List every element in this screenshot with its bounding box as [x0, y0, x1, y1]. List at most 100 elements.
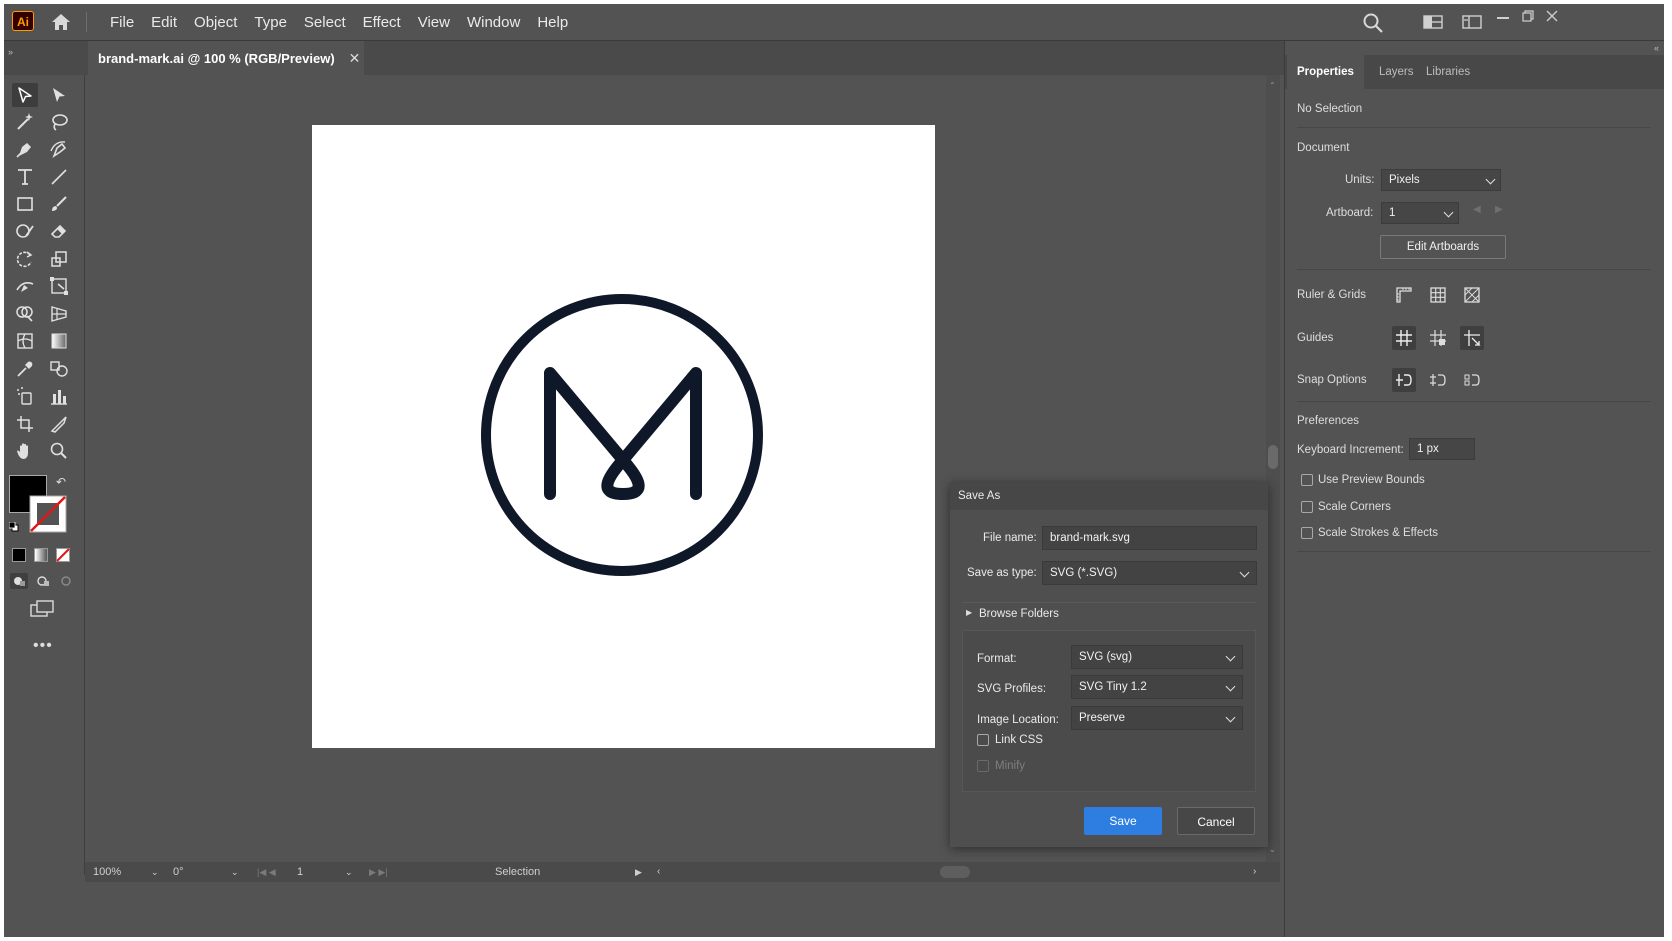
browse-folders-toggle[interactable]: Browse Folders — [979, 608, 1059, 620]
save-button[interactable]: Save — [1084, 807, 1162, 835]
paintbrush-tool-icon[interactable] — [46, 192, 72, 216]
close-tab-icon[interactable]: ✕ — [349, 50, 361, 67]
artboard-dropdown-icon[interactable]: ⌄ — [345, 864, 353, 880]
gradient-tool-icon[interactable] — [46, 329, 72, 353]
menu-file[interactable]: File — [110, 14, 134, 31]
edit-artboards-button[interactable]: Edit Artboards — [1380, 235, 1506, 259]
collapse-panels-icon[interactable]: « — [1654, 43, 1659, 53]
scroll-left-icon[interactable]: ‹ — [657, 864, 660, 880]
rotate-tool-icon[interactable] — [12, 247, 38, 271]
lasso-tool-icon[interactable] — [46, 110, 72, 134]
eraser-tool-icon[interactable] — [46, 219, 72, 243]
format-dropdown[interactable]: SVG (svg) — [1071, 645, 1243, 669]
menu-type[interactable]: Type — [254, 14, 287, 31]
pen-tool-icon[interactable] — [12, 137, 38, 161]
draw-normal-icon[interactable] — [10, 573, 28, 589]
menu-help[interactable]: Help — [537, 14, 568, 31]
svg-profiles-dropdown[interactable]: SVG Tiny 1.2 — [1071, 675, 1243, 699]
workspace-switcher-icon[interactable] — [1462, 14, 1482, 35]
artboard-number-field[interactable]: 1 — [297, 864, 303, 880]
menu-select[interactable]: Select — [304, 14, 346, 31]
scale-strokes-checkbox[interactable] — [1301, 527, 1313, 539]
type-tool-icon[interactable] — [12, 165, 38, 189]
draw-inside-icon[interactable] — [58, 573, 76, 589]
keyboard-increment-input[interactable]: 1 px — [1409, 438, 1475, 460]
file-name-input[interactable]: brand-mark.svg — [1042, 526, 1257, 550]
search-icon[interactable] — [1362, 12, 1384, 39]
restore-icon[interactable] — [1522, 9, 1534, 27]
vertical-scrollbar[interactable]: ⌃ ⌄ — [1266, 75, 1280, 862]
next-artboard-icon[interactable]: ▶ ▶| — [369, 864, 388, 880]
swap-fill-stroke-icon[interactable]: ↶ — [56, 475, 66, 489]
line-segment-tool-icon[interactable] — [46, 165, 72, 189]
smart-guides-icon[interactable] — [1460, 326, 1484, 350]
dialog-title-bar[interactable]: Save As — [950, 482, 1268, 510]
use-preview-bounds-checkbox[interactable] — [1301, 474, 1313, 486]
image-location-dropdown[interactable]: Preserve — [1071, 706, 1243, 730]
mesh-tool-icon[interactable] — [12, 329, 38, 353]
draw-behind-icon[interactable] — [34, 573, 52, 589]
gradient-mode-icon[interactable] — [34, 548, 48, 562]
transparency-grid-icon[interactable] — [1460, 283, 1484, 307]
scale-tool-icon[interactable] — [46, 247, 72, 271]
edit-toolbar-icon[interactable]: ••• — [33, 637, 53, 655]
link-css-checkbox[interactable] — [977, 734, 989, 746]
units-dropdown[interactable]: Pixels — [1381, 169, 1501, 191]
slice-tool-icon[interactable] — [46, 412, 72, 436]
eyedropper-tool-icon[interactable] — [12, 357, 38, 381]
scroll-down-icon[interactable]: ⌄ — [1269, 845, 1276, 854]
ruler-icon[interactable] — [1392, 283, 1416, 307]
perspective-grid-tool-icon[interactable] — [46, 302, 72, 326]
minimize-icon[interactable] — [1497, 17, 1509, 19]
zoom-tool-icon[interactable] — [46, 439, 72, 463]
tab-properties[interactable]: Properties — [1287, 55, 1364, 89]
arrange-documents-icon[interactable] — [1423, 14, 1443, 35]
menu-window[interactable]: Window — [467, 14, 520, 31]
guides-visibility-icon[interactable] — [1392, 326, 1416, 350]
menu-object[interactable]: Object — [194, 14, 237, 31]
brand-mark-logo[interactable] — [312, 125, 935, 748]
vertical-scroll-thumb[interactable] — [1268, 445, 1278, 469]
close-window-icon[interactable] — [1546, 9, 1558, 27]
free-transform-tool-icon[interactable] — [46, 274, 72, 298]
scroll-up-icon[interactable]: ⌃ — [1269, 81, 1276, 90]
zoom-dropdown-icon[interactable]: ⌄ — [151, 864, 159, 880]
scale-corners-checkbox[interactable] — [1301, 501, 1313, 513]
zoom-level-field[interactable]: 100% — [93, 864, 121, 880]
tab-libraries[interactable]: Libraries — [1426, 55, 1470, 89]
next-artboard-panel-icon[interactable]: ▶ — [1495, 204, 1503, 215]
horizontal-scroll-thumb[interactable] — [940, 866, 970, 878]
blend-tool-icon[interactable] — [46, 357, 72, 381]
expand-triangle-icon[interactable]: ▶ — [966, 608, 972, 617]
first-artboard-icon[interactable]: |◀ ◀ — [257, 864, 276, 880]
tab-layers[interactable]: Layers — [1379, 55, 1414, 89]
artboard-dropdown[interactable]: 1 — [1381, 202, 1459, 224]
shape-builder-tool-icon[interactable] — [12, 302, 38, 326]
previous-artboard-icon[interactable]: ◀ — [1473, 204, 1481, 215]
change-screen-mode-icon[interactable] — [29, 599, 55, 624]
lock-guides-icon[interactable] — [1426, 326, 1450, 350]
curvature-tool-icon[interactable] — [46, 137, 72, 161]
shaper-tool-icon[interactable] — [12, 219, 38, 243]
menu-effect[interactable]: Effect — [363, 14, 401, 31]
symbol-sprayer-tool-icon[interactable] — [12, 384, 38, 408]
color-mode-icon[interactable] — [12, 548, 26, 562]
width-tool-icon[interactable] — [12, 274, 38, 298]
rotation-field[interactable]: 0° — [173, 864, 184, 880]
snap-to-pixel-icon[interactable] — [1460, 368, 1484, 392]
save-type-dropdown[interactable]: SVG (*.SVG) — [1042, 561, 1257, 585]
status-menu-icon[interactable]: ▶ — [635, 864, 642, 880]
menu-edit[interactable]: Edit — [151, 14, 177, 31]
snap-to-grid-icon[interactable] — [1426, 368, 1450, 392]
grid-icon[interactable] — [1426, 283, 1450, 307]
artboard[interactable] — [312, 125, 935, 748]
document-tab[interactable]: brand-mark.ai @ 100 % (RGB/Preview) ✕ — [88, 41, 364, 75]
stroke-swatch[interactable] — [29, 495, 67, 533]
direct-selection-tool-icon[interactable] — [46, 83, 72, 107]
magic-wand-tool-icon[interactable] — [12, 110, 38, 134]
cancel-button[interactable]: Cancel — [1177, 807, 1255, 835]
scroll-right-icon[interactable]: › — [1253, 864, 1256, 880]
none-mode-icon[interactable] — [56, 548, 70, 562]
snap-to-point-icon[interactable] — [1392, 368, 1416, 392]
default-fill-stroke-icon[interactable] — [8, 519, 19, 532]
